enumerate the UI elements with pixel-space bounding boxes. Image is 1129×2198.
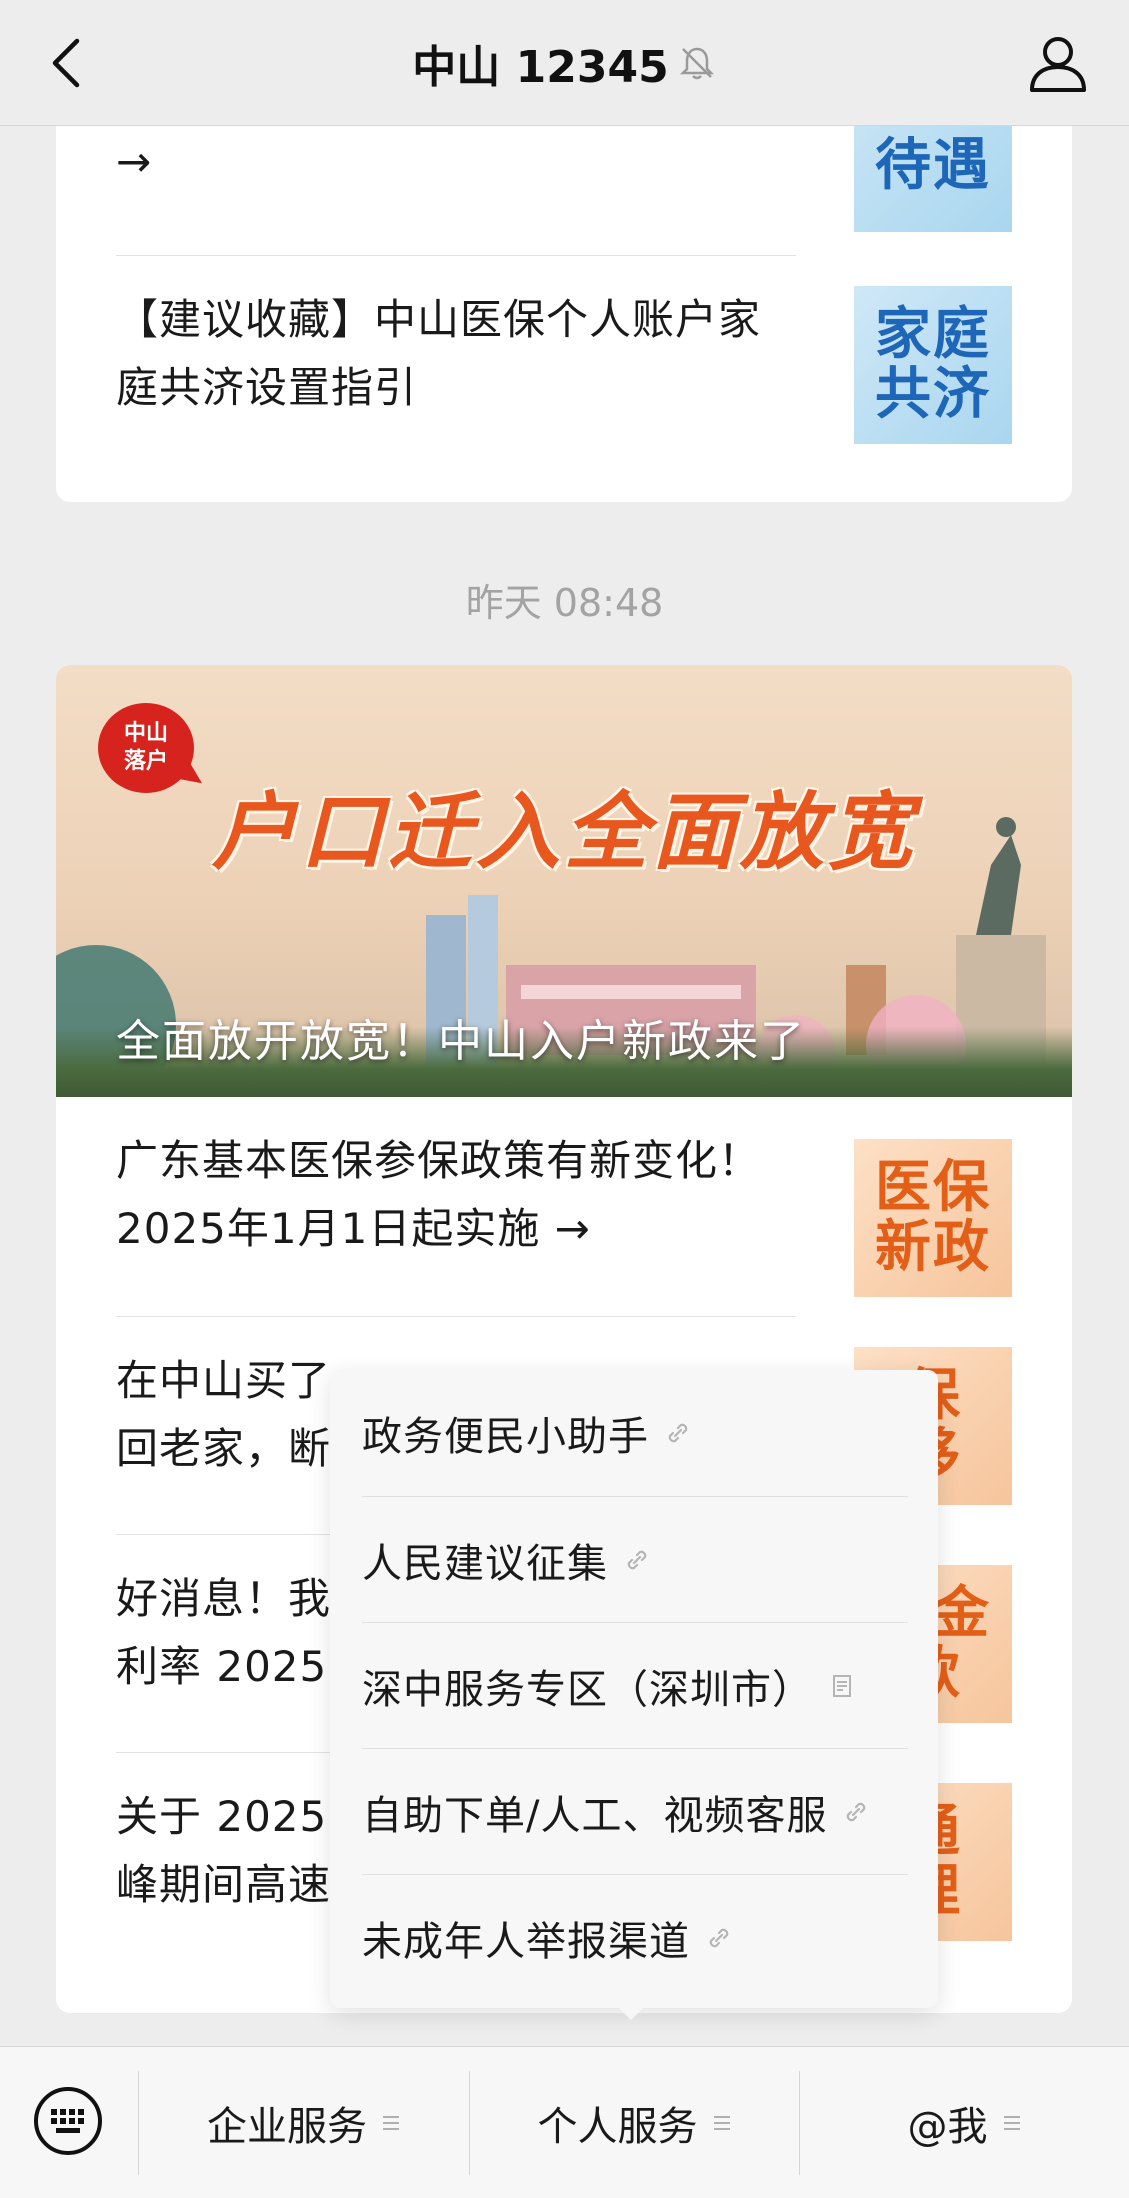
submenu-label: 人民建议征集 <box>362 1540 608 1587</box>
submenu-label: 自助下单/人工、视频客服 <box>362 1792 828 1839</box>
menu-lines-icon <box>712 2114 732 2132</box>
mute-bell-icon <box>677 43 717 83</box>
keyboard-toggle-button[interactable] <box>30 2083 106 2159</box>
submenu-item-assistant[interactable]: 政务便民小助手 <box>362 1370 908 1496</box>
submenu-arrow <box>617 2006 645 2020</box>
submenu-item-customer-service[interactable]: 自助下单/人工、视频客服 <box>362 1748 908 1874</box>
menu-at-me[interactable]: @我 <box>800 2071 1129 2175</box>
bottom-menu-bar: 企业服务 个人服务 @我 <box>0 2046 1129 2198</box>
article-item[interactable]: 广东基本医保参保政策有新变化！ 2025年1月1日起实施 → 医保 新政 <box>116 1097 1072 1317</box>
menu-lines-icon <box>1002 2114 1022 2132</box>
submenu-item-suggestions[interactable]: 人民建议征集 <box>362 1496 908 1622</box>
link-icon <box>663 1418 693 1448</box>
menu-label: @我 <box>907 2104 988 2150</box>
banner-caption: 全面放开放宽！中山入户新政来了 <box>116 1016 806 1067</box>
article-thumbnail: 家庭 共济 <box>854 286 1012 444</box>
thumb-text: 待遇 <box>875 133 991 198</box>
submenu-item-shenzhong[interactable]: 深中服务专区（深圳市） <box>362 1622 908 1748</box>
link-icon <box>622 1545 652 1575</box>
menu-label: 企业服务 <box>207 2104 367 2150</box>
banner-image[interactable]: 中山 落户 户口迁入全面放宽 全面放开放宽！中山入户新政来了 <box>56 665 1072 1097</box>
article-thumbnail: 医保 新政 <box>854 1139 1012 1297</box>
page-icon <box>827 1671 857 1701</box>
article-item[interactable]: 【建议收藏】中山医保个人账户家 庭共济设置指引 家庭 共济 <box>116 256 1072 502</box>
thumb-text: 家庭 <box>875 302 991 367</box>
article-title-line: 庭共济设置指引 <box>116 363 418 412</box>
top-nav-bar: 中山 12345 <box>0 0 1129 126</box>
article-title-line: → <box>116 137 153 186</box>
article-card-previous: → 待遇 【建议收藏】中山医保个人账户家 庭共济设置指引 家庭 共济 <box>56 60 1072 502</box>
submenu-item-minor-report[interactable]: 未成年人举报渠道 <box>362 1874 908 2000</box>
link-icon <box>704 1923 734 1953</box>
link-icon <box>841 1797 871 1827</box>
thumb-text: 共济 <box>875 362 991 427</box>
user-icon <box>1030 37 1086 92</box>
profile-button[interactable] <box>1023 28 1093 98</box>
keyboard-icon <box>34 2087 102 2155</box>
submenu-label: 政务便民小助手 <box>362 1414 649 1460</box>
article-title: → <box>116 128 816 196</box>
thumb-text: 医保 <box>875 1155 991 1220</box>
menu-personal-services[interactable]: 个人服务 <box>470 2071 799 2175</box>
article-title-line: 广东基本医保参保政策有新变化！ <box>116 1136 762 1185</box>
article-title-line: 【建议收藏】中山医保个人账户家 <box>116 295 762 344</box>
submenu-label: 深中服务专区（深圳市） <box>362 1666 813 1713</box>
chat-title: 中山 12345 <box>412 42 669 93</box>
menu-enterprise-services[interactable]: 企业服务 <box>139 2071 469 2175</box>
message-timestamp: 昨天 08:48 <box>465 581 664 625</box>
article-title: 广东基本医保参保政策有新变化！ 2025年1月1日起实施 → <box>116 1127 816 1263</box>
menu-label: 个人服务 <box>537 2104 698 2150</box>
menu-lines-icon <box>381 2114 401 2132</box>
article-title-line: 2025年1月1日起实施 → <box>116 1204 591 1253</box>
thumb-text: 新政 <box>875 1215 991 1280</box>
submenu-label: 未成年人举报渠道 <box>362 1918 690 1965</box>
submenu-popup: 政务便民小助手 人民建议征集 深中服务专区（深圳市） 自助下单/人工、视频客服 … <box>330 1370 938 2008</box>
chat-title-wrap: 中山 12345 <box>0 30 1129 96</box>
article-title: 【建议收藏】中山医保个人账户家 庭共济设置指引 <box>116 286 816 422</box>
